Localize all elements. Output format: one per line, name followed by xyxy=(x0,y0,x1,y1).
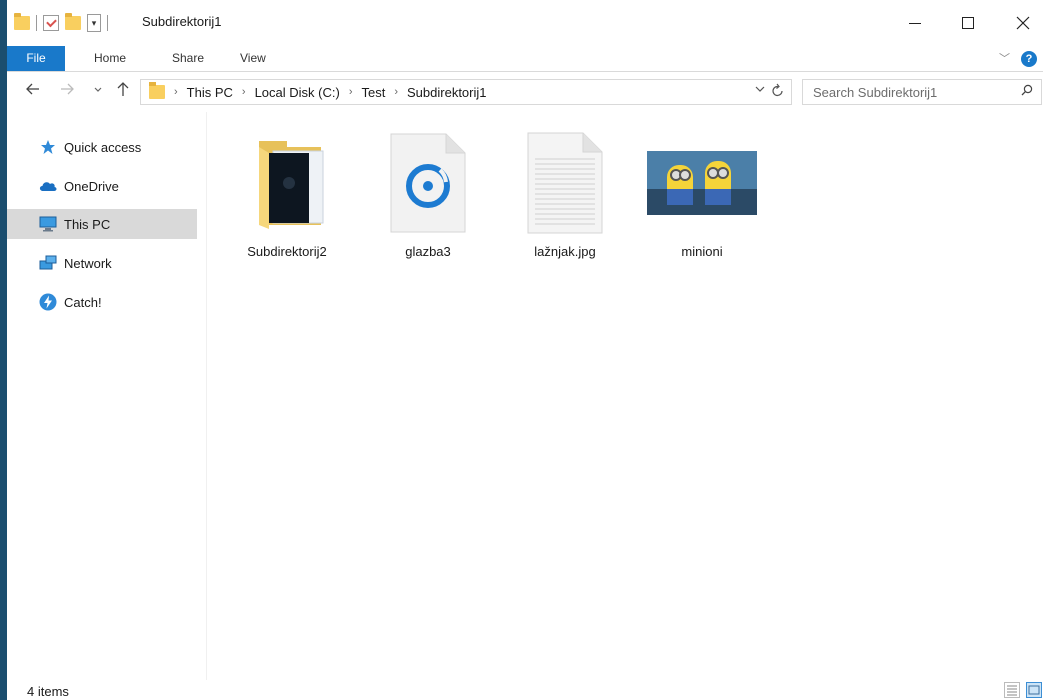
address-dropdown-icon[interactable] xyxy=(755,84,765,97)
refresh-icon[interactable] xyxy=(771,82,785,101)
large-icons-view-icon xyxy=(1028,685,1040,695)
quick-access-toolbar: ▾ xyxy=(14,12,108,34)
file-item[interactable]: lažnjak.jpg xyxy=(510,128,620,263)
nav-label: Catch! xyxy=(64,294,102,310)
forward-arrow-icon xyxy=(61,83,74,95)
minimize-button[interactable] xyxy=(892,8,938,38)
folder-icon xyxy=(149,82,165,99)
breadcrumb-separator-icon[interactable]: › xyxy=(242,86,246,98)
window-title: Subdirektorij1 xyxy=(142,14,222,29)
file-name: minioni xyxy=(681,244,723,259)
folder-icon xyxy=(232,128,342,238)
tab-view[interactable]: View xyxy=(227,46,279,71)
minimize-icon xyxy=(909,22,921,24)
up-button[interactable] xyxy=(115,81,131,102)
lightning-icon xyxy=(39,293,57,311)
details-view-button[interactable] xyxy=(1004,682,1020,698)
up-arrow-icon xyxy=(117,82,129,96)
explorer-window: ▾ Subdirektorij1 File Home Share View ﹀ … xyxy=(0,0,1043,700)
status-bar: 4 items xyxy=(7,680,1043,700)
title-bar: ▾ Subdirektorij1 xyxy=(7,0,1043,46)
image-thumbnail xyxy=(647,128,757,238)
tab-file[interactable]: File xyxy=(7,46,65,71)
breadcrumb-separator-icon[interactable]: › xyxy=(394,86,398,98)
text-file-icon xyxy=(510,128,620,238)
address-bar[interactable]: › This PC › Local Disk (C:) › Test › Sub… xyxy=(140,79,792,105)
details-view-icon xyxy=(1007,685,1017,696)
ribbon-tabs: File Home Share View ﹀ ? xyxy=(7,46,1043,72)
nav-item-onedrive[interactable]: OneDrive xyxy=(7,171,197,201)
breadcrumb-subdirektorij1[interactable]: Subdirektorij1 xyxy=(407,85,487,100)
new-folder-icon[interactable] xyxy=(65,13,81,30)
network-icon xyxy=(39,254,57,272)
properties-icon[interactable] xyxy=(43,15,59,31)
back-arrow-icon xyxy=(26,83,39,95)
breadcrumb-separator-icon[interactable]: › xyxy=(349,86,353,98)
toolbar-divider xyxy=(36,15,37,31)
nav-label: OneDrive xyxy=(64,178,119,194)
customize-toolbar-icon[interactable]: ▾ xyxy=(87,14,101,32)
star-icon xyxy=(39,138,57,156)
tab-home[interactable]: Home xyxy=(81,46,139,71)
file-name: lažnjak.jpg xyxy=(534,244,596,259)
file-item[interactable]: Subdirektorij2 xyxy=(232,128,342,263)
file-name: Subdirektorij2 xyxy=(247,244,327,259)
chevron-down-icon xyxy=(94,87,102,92)
nav-item-catch[interactable]: Catch! xyxy=(7,287,197,317)
large-icons-view-button[interactable] xyxy=(1026,682,1042,698)
nav-item-network[interactable]: Network xyxy=(7,248,197,278)
search-box[interactable] xyxy=(802,79,1042,105)
nav-label: Network xyxy=(64,255,112,271)
file-item[interactable]: minioni xyxy=(647,128,757,263)
nav-label: This PC xyxy=(64,216,111,232)
recent-locations-button[interactable] xyxy=(93,85,103,98)
expand-ribbon-icon[interactable]: ﹀ xyxy=(999,50,1010,66)
breadcrumb-test[interactable]: Test xyxy=(362,85,386,100)
address-row: › This PC › Local Disk (C:) › Test › Sub… xyxy=(7,72,1043,112)
toolbar-divider xyxy=(107,15,108,31)
nav-label: Quick access xyxy=(64,139,142,155)
file-item[interactable]: glazba3 xyxy=(373,128,483,263)
breadcrumb-separator-icon[interactable]: › xyxy=(174,86,178,98)
breadcrumb-local-disk[interactable]: Local Disk (C:) xyxy=(255,85,340,100)
close-button[interactable] xyxy=(1000,8,1043,38)
close-icon xyxy=(1016,16,1030,30)
navigation-pane: Quick access OneDrive This PC Network Ca… xyxy=(7,112,207,680)
breadcrumb-this-pc[interactable]: This PC xyxy=(187,85,233,100)
item-count: 4 items xyxy=(27,684,69,699)
maximize-icon xyxy=(962,17,974,29)
computer-icon xyxy=(39,215,57,233)
audio-file-icon xyxy=(373,128,483,238)
help-icon[interactable]: ? xyxy=(1021,51,1037,67)
folder-icon xyxy=(14,13,30,30)
nav-item-this-pc[interactable]: This PC xyxy=(7,209,197,239)
cloud-icon xyxy=(39,177,57,195)
tab-share[interactable]: Share xyxy=(159,46,217,71)
search-input[interactable] xyxy=(813,80,1013,104)
maximize-button[interactable] xyxy=(945,8,991,38)
back-button[interactable] xyxy=(25,81,41,102)
search-icon[interactable] xyxy=(1021,84,1033,96)
file-name: glazba3 xyxy=(405,244,451,259)
file-list: Subdirektorij2 glazba3 lažnjak.jpg minio… xyxy=(207,112,1043,680)
nav-item-quick-access[interactable]: Quick access xyxy=(7,132,197,162)
forward-button[interactable] xyxy=(59,81,75,102)
